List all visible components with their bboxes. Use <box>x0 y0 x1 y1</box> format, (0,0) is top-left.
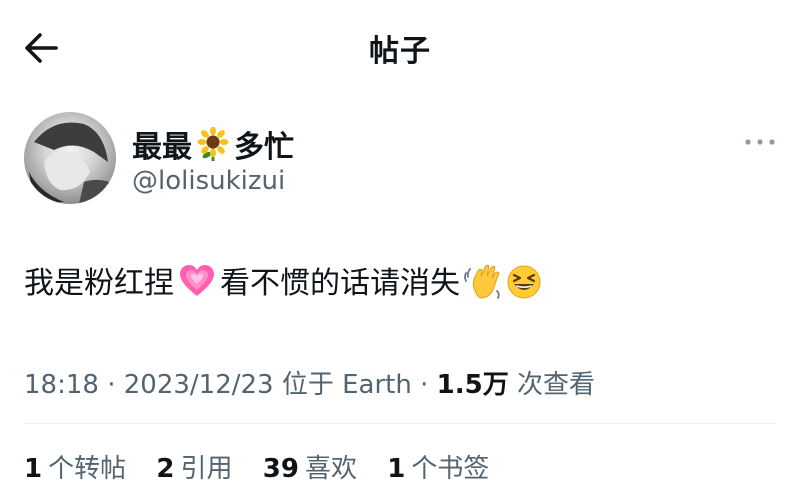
divider <box>24 423 776 424</box>
likes-count: 39 <box>262 454 299 484</box>
page-title: 帖子 <box>369 34 431 69</box>
waving-hand-emoji-icon <box>464 264 500 299</box>
grinning-squinting-face-emoji-icon <box>507 265 541 299</box>
meta-separator: · <box>107 370 124 400</box>
reposts-count: 1 <box>24 454 43 484</box>
engagement-stats: 1 个转帖 2 引用 39 喜欢 1 个书签 <box>24 448 511 485</box>
meta-separator: · <box>420 370 437 400</box>
post-text-segment: 我是粉红捏 <box>24 266 174 301</box>
display-name[interactable]: 最最 多忙 <box>132 122 294 166</box>
avatar[interactable] <box>24 112 116 204</box>
quotes-count: 2 <box>156 454 175 484</box>
likes-label: 喜欢 <box>304 454 357 484</box>
top-bar: 帖子 <box>0 0 800 92</box>
views-label: 次查看 <box>516 370 595 400</box>
reposts-label: 个转帖 <box>48 454 127 484</box>
sunflower-emoji-icon <box>197 127 229 161</box>
views-count: 1.5万 <box>436 370 509 400</box>
display-name-text: 最最 <box>132 130 192 165</box>
growing-heart-emoji-icon <box>180 265 214 296</box>
more-horizontal-icon <box>745 139 775 145</box>
display-name-text: 多忙 <box>234 130 294 165</box>
more-options-button[interactable] <box>740 130 780 154</box>
post-date[interactable]: 2023/12/23 <box>124 370 274 400</box>
bookmarks-stat[interactable]: 1 个书签 <box>387 454 489 484</box>
reposts-stat[interactable]: 1 个转帖 <box>24 454 126 484</box>
quotes-stat[interactable]: 2 引用 <box>156 454 232 484</box>
bookmarks-count: 1 <box>387 454 406 484</box>
post-text-segment: 看不惯的话请消失 <box>220 266 460 301</box>
likes-stat[interactable]: 39 喜欢 <box>263 454 357 484</box>
avatar-image <box>29 122 116 204</box>
post-author: 最最 多忙 @lolisukizui <box>24 112 776 212</box>
quotes-label: 引用 <box>180 454 233 484</box>
post-text: 我是粉红捏 看不惯的话请消失 <box>24 258 542 302</box>
post-location: 位于 Earth <box>281 370 412 400</box>
post-time[interactable]: 18:18 <box>24 370 99 400</box>
bookmarks-label: 个书签 <box>411 454 490 484</box>
username[interactable]: @lolisukizui <box>132 166 285 196</box>
post-meta: 18:18 · 2023/12/23 位于 Earth · 1.5万 次查看 <box>24 364 595 401</box>
